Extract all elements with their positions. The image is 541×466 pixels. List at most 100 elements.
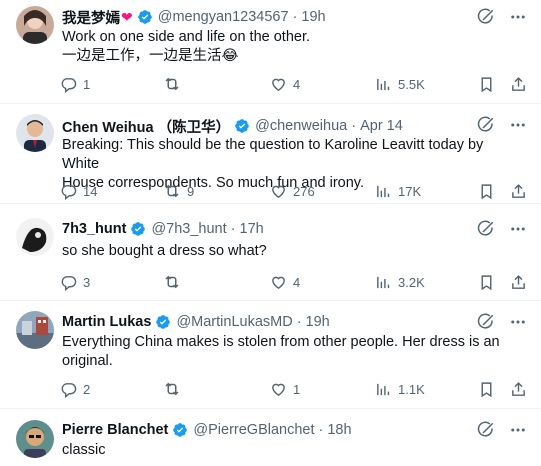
views-button[interactable]: 17K [375,181,421,201]
bookmark-button[interactable] [478,379,495,399]
author-name[interactable]: Martin Lukas [62,314,151,330]
views-button[interactable]: 1.1K [375,379,425,399]
bookmark-icon [481,183,492,199]
separator-dot: · [351,118,357,134]
reply-icon [61,275,77,291]
timestamp[interactable]: 19h [306,314,330,330]
author-handle[interactable]: @PierreGBlanchet [193,422,314,438]
author-handle[interactable]: @chenweihua [255,118,347,134]
tweet-text: so she bought a dress so what? [62,242,522,261]
like-button[interactable]: 276 [270,181,315,201]
like-count: 4 [293,76,301,92]
timestamp[interactable]: 18h [327,422,351,438]
author-handle[interactable]: @7h3_hunt [151,221,226,237]
views-icon [377,383,390,395]
reply-button[interactable]: 1 [60,74,90,94]
tweet[interactable]: Martin Lukas @MartinLukasMD · 19h Everyt… [0,301,541,409]
like-button[interactable]: 4 [270,74,300,94]
grok-icon[interactable] [477,313,495,331]
tweet-text: Work on one side and life on the other. … [62,28,522,66]
grok-icon[interactable] [477,8,495,26]
repost-icon [165,77,179,91]
reply-button[interactable]: 2 [60,379,90,399]
timestamp[interactable]: 17h [240,221,264,237]
reply-count: 1 [83,76,91,92]
tweet-text-line: Everything China makes is stolen from ot… [62,334,500,350]
view-count: 5.5K [398,76,425,92]
avatar[interactable] [16,114,54,152]
heart-emoji-icon: ❤ [121,8,133,25]
reply-button[interactable]: 14 [60,181,97,201]
repost-count: 9 [187,183,195,199]
reply-button[interactable]: 3 [60,272,90,292]
repost-button[interactable] [163,379,187,399]
author-name[interactable]: Pierre Blanchet [62,422,168,438]
repost-icon [165,184,179,198]
tweet-actions: 3 4 3.2K [60,272,530,292]
avatar[interactable] [16,311,54,349]
share-button[interactable] [510,181,527,201]
author-handle[interactable]: @MartinLukasMD [176,314,292,330]
tweet[interactable]: 我是梦嫣 ❤ @mengyan1234567 · 19h Work on one… [0,0,541,104]
reply-icon [61,184,77,200]
tweet[interactable]: Pierre Blanchet @PierreGBlanchet · 18h c… [0,409,541,466]
timestamp[interactable]: Apr 14 [360,118,403,134]
author-handle[interactable]: @mengyan1234567 [158,9,289,25]
like-button[interactable]: 4 [270,272,300,292]
tweet-actions: 14 9 276 17K [60,181,530,201]
grok-icon[interactable] [477,116,495,134]
repost-icon [165,275,179,289]
tweet[interactable]: 7h3_hunt @7h3_hunt · 17h so she bought a… [0,204,541,301]
more-icon[interactable] [509,421,527,439]
verified-badge-icon [137,10,152,24]
like-button[interactable]: 1 [270,379,300,399]
grok-icon[interactable] [477,421,495,439]
tweet[interactable]: Chen Weihua （陈卫华） @chenweihua · Apr 14 B… [0,104,541,204]
views-button[interactable]: 5.5K [375,74,425,94]
more-icon[interactable] [509,313,527,331]
share-icon [512,183,525,198]
more-icon[interactable] [509,220,527,238]
separator-dot: · [318,422,324,438]
tweet-text-line: Work on one side and life on the other. [62,29,311,45]
views-icon [377,276,390,288]
share-icon [512,76,525,91]
bookmark-icon [481,76,492,92]
verified-badge-icon [235,119,249,133]
bookmark-button[interactable] [478,181,495,201]
share-icon [512,274,525,289]
avatar[interactable] [16,420,54,458]
avatar[interactable] [16,6,54,44]
share-button[interactable] [510,379,527,399]
reply-count: 3 [83,274,91,290]
view-count: 1.1K [398,381,425,397]
reply-icon [61,77,77,93]
share-button[interactable] [510,272,527,292]
timestamp[interactable]: 19h [301,9,325,25]
tweet-text-line: classic [62,442,106,458]
author-name[interactable]: 7h3_hunt [62,221,126,237]
more-icon[interactable] [509,8,527,26]
bookmark-button[interactable] [478,74,495,94]
share-icon [512,381,525,396]
views-icon [377,185,390,197]
views-button[interactable]: 3.2K [375,272,425,292]
like-count: 1 [293,381,301,397]
tweet-text-line: so she bought a dress so what? [62,243,267,259]
author-name[interactable]: Chen Weihua （陈卫华） [62,116,230,137]
grok-icon[interactable] [477,220,495,238]
author-name[interactable]: 我是梦嫣 [62,7,120,28]
repost-button[interactable] [163,74,187,94]
repost-button[interactable]: 9 [163,181,194,201]
bookmark-button[interactable] [478,272,495,292]
avatar[interactable] [16,218,54,256]
repost-button[interactable] [163,272,187,292]
bookmark-icon [481,274,492,290]
share-button[interactable] [510,74,527,94]
views-icon [377,78,390,90]
repost-icon [165,382,179,396]
like-icon [272,276,285,289]
more-icon[interactable] [509,116,527,134]
view-count: 3.2K [398,274,425,290]
verified-badge-icon [131,222,146,236]
